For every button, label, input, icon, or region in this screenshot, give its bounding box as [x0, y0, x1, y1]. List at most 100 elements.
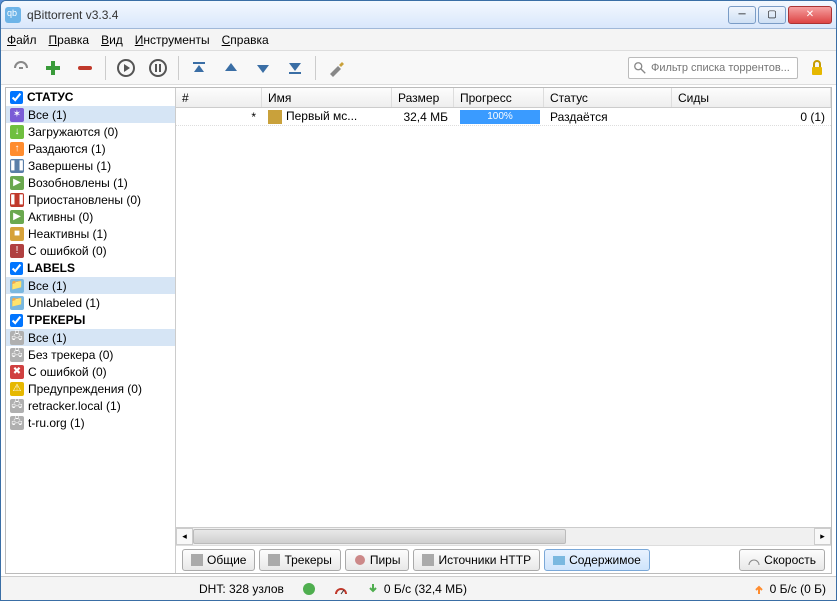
- download-icon: [366, 582, 380, 596]
- toolbar-separator: [178, 56, 179, 80]
- col-size[interactable]: Размер: [392, 88, 454, 107]
- tab-trackers[interactable]: Трекеры: [259, 549, 340, 571]
- sidebar-category-trackers[interactable]: ТРЕКЕРЫ: [6, 311, 175, 329]
- menu-edit[interactable]: Правка: [49, 33, 90, 47]
- tab-general[interactable]: Общие: [182, 549, 255, 571]
- status-upload: 0 Б/с (0 Б): [752, 582, 826, 596]
- sidebar-category-labels[interactable]: LABELS: [6, 259, 175, 277]
- grid-header: # Имя Размер Прогресс Статус Сиды: [176, 88, 831, 108]
- col-status[interactable]: Статус: [544, 88, 672, 107]
- col-number[interactable]: #: [176, 88, 262, 107]
- sidebar-item-labels-1[interactable]: 📁Unlabeled (1): [6, 294, 175, 311]
- cell-status: Раздаётся: [544, 110, 672, 124]
- toolbar: [1, 51, 836, 85]
- sidebar-item-icon: 🖧: [10, 331, 24, 345]
- move-bottom-button[interactable]: [283, 56, 307, 80]
- sidebar-item-status-0[interactable]: ✶Все (1): [6, 106, 175, 123]
- sidebar-item-status-5[interactable]: ❚❚Приостановлены (0): [6, 191, 175, 208]
- menu-view[interactable]: Вид: [101, 33, 123, 47]
- col-seeds[interactable]: Сиды: [672, 88, 831, 107]
- sidebar-item-status-8[interactable]: !С ошибкой (0): [6, 242, 175, 259]
- grid-body: *Первый мс...32,4 МБ 100% Раздаётся0 (1): [176, 108, 831, 527]
- tab-speed[interactable]: Скорость: [739, 549, 825, 571]
- sidebar: СТАТУС✶Все (1)↓Загружаются (0) ↑ Раздаются…: [6, 88, 176, 573]
- sidebar-item-status-4[interactable]: ▶Возобновлены (1): [6, 174, 175, 191]
- sidebar-item-trackers-2[interactable]: ✖С ошибкой (0): [6, 363, 175, 380]
- category-checkbox[interactable]: [10, 314, 23, 327]
- sidebar-item-status-2[interactable]: ↑ Раздаются (1): [6, 140, 175, 157]
- statusbar: DHT: 328 узлов 0 Б/с (32,4 МБ) 0 Б/с (0 …: [1, 576, 836, 600]
- sidebar-item-label: Все (1): [28, 279, 67, 293]
- menu-file[interactable]: Файл: [7, 33, 37, 47]
- col-progress[interactable]: Прогресс: [454, 88, 544, 107]
- sidebar-item-icon: 📁: [10, 279, 24, 293]
- tab-content[interactable]: Содержимое: [544, 549, 650, 571]
- menu-tools[interactable]: Инструменты: [135, 33, 210, 47]
- add-torrent-button[interactable]: [41, 56, 65, 80]
- horizontal-scrollbar[interactable]: ◂ ▸: [176, 527, 831, 545]
- scroll-thumb[interactable]: [193, 529, 566, 544]
- category-checkbox[interactable]: [10, 91, 23, 104]
- sidebar-category-status[interactable]: СТАТУС: [6, 88, 175, 106]
- settings-button[interactable]: [324, 56, 348, 80]
- progress-bar: 100%: [460, 110, 540, 124]
- tab-http[interactable]: Источники HTTP: [413, 549, 540, 571]
- sidebar-item-label: С ошибкой (0): [28, 365, 107, 379]
- cell-num: *: [176, 110, 262, 124]
- cell-progress: 100%: [454, 110, 544, 124]
- move-up-button[interactable]: [219, 56, 243, 80]
- minimize-button[interactable]: ─: [728, 6, 756, 24]
- detail-tabs: Общие Трекеры Пиры Источники HTTP Содерж…: [176, 545, 831, 573]
- sidebar-item-trackers-3[interactable]: ⚠Предупреждения (0): [6, 380, 175, 397]
- sidebar-item-labels-0[interactable]: 📁 Все (1): [6, 277, 175, 294]
- sidebar-item-status-7[interactable]: ■Неактивны (1): [6, 225, 175, 242]
- torrent-icon: [268, 110, 282, 124]
- sidebar-item-trackers-5[interactable]: 🖧t-ru.org (1): [6, 414, 175, 431]
- menu-help[interactable]: Справка: [222, 33, 269, 47]
- sidebar-item-status-1[interactable]: ↓Загружаются (0): [6, 123, 175, 140]
- toolbar-separator: [105, 56, 106, 80]
- globe-icon: [302, 582, 316, 596]
- torrent-row[interactable]: *Первый мс...32,4 МБ 100% Раздаётся0 (1): [176, 108, 831, 126]
- filter-search[interactable]: [628, 57, 798, 79]
- pause-button[interactable]: [146, 56, 170, 80]
- resume-button[interactable]: [114, 56, 138, 80]
- sidebar-item-trackers-4[interactable]: 🖧retracker.local (1): [6, 397, 175, 414]
- sidebar-item-icon: 📁: [10, 296, 24, 310]
- cell-name: Первый мс...: [262, 109, 392, 124]
- sidebar-item-icon: ⚠: [10, 382, 24, 396]
- titlebar: qBittorrent v3.3.4 ─ ▢ ✕: [1, 1, 836, 29]
- cell-size: 32,4 МБ: [392, 110, 454, 124]
- col-name[interactable]: Имя: [262, 88, 392, 107]
- menubar: Файл Правка Вид Инструменты Справка: [1, 29, 836, 51]
- filter-input[interactable]: [651, 62, 793, 74]
- sidebar-item-label: Неактивны (1): [28, 227, 107, 241]
- cell-seeds: 0 (1): [672, 110, 831, 124]
- sidebar-item-icon: 🖧: [10, 348, 24, 362]
- move-top-button[interactable]: [187, 56, 211, 80]
- scroll-left-button[interactable]: ◂: [176, 528, 193, 545]
- add-link-button[interactable]: [9, 56, 33, 80]
- sidebar-item-icon: ▶: [10, 176, 24, 190]
- main-panel: # Имя Размер Прогресс Статус Сиды *Первы…: [176, 88, 831, 573]
- sidebar-item-trackers-1[interactable]: 🖧Без трекера (0): [6, 346, 175, 363]
- lock-button[interactable]: [806, 57, 828, 79]
- sidebar-item-status-6[interactable]: ▶Активны (0): [6, 208, 175, 225]
- sidebar-item-icon: ❚❚: [10, 159, 24, 173]
- tab-peers[interactable]: Пиры: [345, 549, 410, 571]
- sidebar-item-icon: ↑: [10, 142, 24, 156]
- sidebar-item-status-3[interactable]: ❚❚ Завершены (1): [6, 157, 175, 174]
- sidebar-item-label: С ошибкой (0): [28, 244, 107, 258]
- sidebar-item-label: Завершены (1): [28, 159, 111, 173]
- maximize-button[interactable]: ▢: [758, 6, 786, 24]
- status-ratelimit[interactable]: [334, 582, 348, 596]
- remove-button[interactable]: [73, 56, 97, 80]
- category-checkbox[interactable]: [10, 262, 23, 275]
- sidebar-item-icon: ↓: [10, 125, 24, 139]
- scroll-track[interactable]: [193, 528, 814, 545]
- move-down-button[interactable]: [251, 56, 275, 80]
- sidebar-item-trackers-0[interactable]: 🖧Все (1): [6, 329, 175, 346]
- close-button[interactable]: ✕: [788, 6, 832, 24]
- sidebar-item-label: Раздаются (1): [28, 142, 106, 156]
- scroll-right-button[interactable]: ▸: [814, 528, 831, 545]
